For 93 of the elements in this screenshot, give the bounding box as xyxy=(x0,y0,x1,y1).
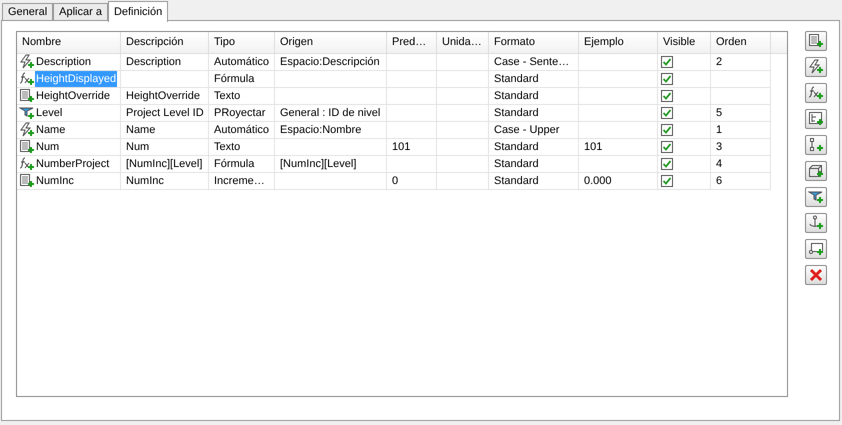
column-header[interactable]: Pred… xyxy=(387,32,437,53)
funnel-plus-icon xyxy=(19,105,35,121)
add-button[interactable] xyxy=(805,239,827,259)
add-button[interactable] xyxy=(805,83,827,103)
checkbox[interactable] xyxy=(661,107,673,119)
add-button[interactable] xyxy=(805,187,827,207)
table-cell-text: 0.000 xyxy=(584,174,612,189)
checkbox[interactable] xyxy=(661,175,673,187)
table-cell-text: HeightOverride xyxy=(126,88,200,104)
function-plus-icon xyxy=(808,85,824,101)
function-plus-icon xyxy=(19,71,35,87)
table-cell-text: Standard xyxy=(494,106,539,121)
table-cell[interactable]: NumberProject xyxy=(35,156,110,172)
table-cell-text: 101 xyxy=(392,140,410,155)
table-cell-text: 101 xyxy=(584,140,602,155)
table-cell-text: Automático xyxy=(214,122,270,138)
tab[interactable]: General xyxy=(2,3,54,21)
column-header[interactable]: Orden xyxy=(711,32,771,53)
column-header[interactable]: Formato xyxy=(489,32,579,53)
column-header[interactable]: Descripción xyxy=(121,32,209,53)
table-plus-icon xyxy=(19,88,35,104)
column-header[interactable]: Origen xyxy=(275,32,387,53)
lightning-plus-icon xyxy=(19,122,35,138)
table-cell[interactable]: Description xyxy=(35,54,92,70)
table-cell-text: [NumInc][Level] xyxy=(126,156,202,172)
table-cell-text: Name xyxy=(126,122,156,138)
table-cell-text: NumInc xyxy=(126,174,164,189)
table-cell-text: General : ID de nivel xyxy=(280,106,380,121)
column-header[interactable]: Unida… xyxy=(437,32,489,53)
table-cell-text: Fórmula xyxy=(214,72,254,87)
table-cell-text: Standard xyxy=(494,140,539,155)
table-cell-text: Standard xyxy=(494,156,539,172)
checkbox[interactable] xyxy=(661,158,673,170)
checkbox[interactable] xyxy=(661,90,673,102)
column-header[interactable]: Ejemplo xyxy=(579,32,658,53)
table-cell-text: 5 xyxy=(716,106,722,121)
table-cell-text: Description xyxy=(126,54,182,70)
table-cell-text: 3 xyxy=(716,140,722,155)
table-cell[interactable]: Level xyxy=(35,104,64,122)
table-cell-text: 1 xyxy=(716,122,722,138)
table-cell-text: 6 xyxy=(716,174,722,189)
delete-button[interactable] xyxy=(805,265,827,285)
checkbox[interactable] xyxy=(661,141,673,153)
table-cell-text: Standard xyxy=(494,88,539,104)
table-cell-text: 2 xyxy=(716,54,722,70)
table-cell-text: Case - Upper xyxy=(494,122,560,138)
table-cell-text: 4 xyxy=(716,156,722,172)
checkbox[interactable] xyxy=(661,56,673,68)
table-cell-text: [NumInc][Level] xyxy=(280,156,356,172)
table-cell[interactable]: HeightOverride xyxy=(35,88,111,104)
add-button[interactable] xyxy=(805,213,827,233)
table-plus-icon xyxy=(19,139,35,155)
table-cell-text: Case - Sente… xyxy=(494,54,570,70)
table-cell-text: 0 xyxy=(392,174,398,189)
table-plus-icon xyxy=(19,173,35,189)
table-cell-text: Fórmula xyxy=(214,156,254,172)
table-cell-text: Automático xyxy=(214,54,270,70)
table-plus-icon xyxy=(808,33,824,49)
table-cell-text: Standard xyxy=(494,72,539,87)
tab[interactable]: Aplicar a xyxy=(53,3,108,21)
column-header[interactable]: Nombre xyxy=(17,32,121,53)
tab[interactable]: Definición xyxy=(108,1,168,22)
lightning-plus-icon xyxy=(808,59,824,75)
add-button[interactable] xyxy=(805,31,827,51)
column-header[interactable]: Tipo xyxy=(209,32,275,53)
table-cell-text: Increme… xyxy=(214,174,265,189)
column-header[interactable]: Visible xyxy=(658,32,711,53)
add-button[interactable] xyxy=(805,109,827,129)
add-button[interactable] xyxy=(805,135,827,155)
checkbox[interactable] xyxy=(661,73,673,85)
funnel-plus-icon xyxy=(808,189,824,205)
shape-plus-icon xyxy=(808,241,824,257)
table-cell-text: Espacio:Descripción xyxy=(280,54,380,70)
table-cell[interactable]: NumInc xyxy=(35,172,75,190)
checkbox[interactable] xyxy=(661,124,673,136)
add-button[interactable] xyxy=(805,57,827,77)
lightning-plus-icon xyxy=(19,54,35,70)
table-cell[interactable]: Num xyxy=(35,138,60,156)
table-cell-text: Project Level ID xyxy=(126,106,204,121)
anchor-plus-icon xyxy=(808,215,824,231)
table-cell-text: PRoyectar xyxy=(214,106,266,121)
function-plus-icon xyxy=(19,156,35,172)
table-cell-text: Standard xyxy=(494,174,539,189)
table-cell-text: Num xyxy=(126,140,150,155)
table-cell-text: Texto xyxy=(214,140,240,155)
delete-icon xyxy=(808,267,824,283)
table-cell-text: Espacio:Nombre xyxy=(280,122,362,138)
table-cell-text: Texto xyxy=(214,88,240,104)
table-cell[interactable]: Name xyxy=(35,122,66,138)
tree-plus-icon xyxy=(808,111,824,127)
list-plus-icon xyxy=(808,137,824,153)
add-button[interactable] xyxy=(805,161,827,181)
box-plus-icon xyxy=(808,163,824,179)
